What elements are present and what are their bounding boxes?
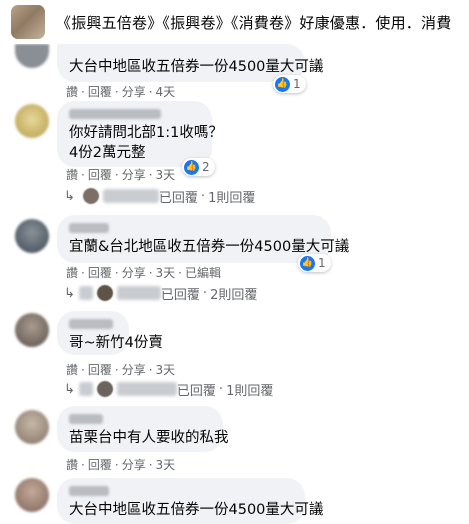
comment-text-line-2: 4份2萬元整 [69,145,146,161]
reply-avatar [82,188,99,204]
reply-author-name [102,189,159,203]
comment-bubble: 大台中地區收五倍券一份4500量大可議 [57,44,324,82]
comment-actions: 讚 · 回覆 · 分享 · 3天 [66,168,176,182]
reply-action[interactable]: 回覆 [88,168,112,182]
comment-text: 宜蘭&台北地區收五倍券一份4500量大可議 [69,239,350,255]
reaction-badge[interactable]: 👍 1 [273,75,306,93]
reply-action[interactable]: 回覆 [88,266,112,280]
comment-bubble: 苗栗台中有人要收的私我 [57,406,229,452]
view-replies-link[interactable]: ↳ 已回覆 · 1則回覆 [64,380,274,399]
timestamp[interactable]: 3天 [156,266,176,280]
commenter-name[interactable] [69,109,161,119]
reply-action[interactable]: 回覆 [88,458,112,472]
reaction-count: 1 [293,77,301,91]
reply-author-name [116,286,161,300]
commenter-name[interactable] [69,223,109,233]
comment-actions: 讚 · 回覆 · 分享 · 4天 [66,85,176,99]
reply-arrow-icon: ↳ [64,285,75,301]
share-action[interactable]: 分享 [122,363,146,377]
share-action[interactable]: 分享 [122,85,146,99]
comment-text: 大台中地區收五倍券一份4500量大可議 [69,502,324,518]
reply-action[interactable]: 回覆 [88,363,112,377]
share-action[interactable]: 分享 [122,168,146,182]
share-action[interactable]: 分享 [122,266,146,280]
like-action[interactable]: 讚 [66,85,78,99]
reply-count: 2則回覆 [210,287,258,303]
timestamp[interactable]: 3天 [156,168,176,182]
reply-count: 1則回覆 [208,190,256,206]
reply-avatar [96,381,113,397]
like-icon: 👍 [184,159,199,175]
view-replies-link[interactable]: ↳ 已回覆 · 1則回覆 [64,187,256,206]
comment-bubble: 大台中地區收五倍券一份4500量大可議 [57,478,324,524]
comment-text: 大台中地區收五倍券一份4500量大可議 [69,59,324,75]
group-header: 《振興五倍卷》《振興卷》《消費卷》好康優惠．使用．消費 [0,0,469,44]
like-action[interactable]: 讚 [66,458,78,472]
reaction-count: 1 [318,256,326,270]
reply-arrow-icon: ↳ [64,381,75,397]
group-title[interactable]: 《振興五倍卷》《振興卷》《消費卷》好康優惠．使用．消費 [56,12,451,33]
avatar[interactable] [15,44,49,68]
like-action[interactable]: 讚 [66,168,78,182]
reply-author-name [78,286,93,300]
comment-actions: 讚 · 回覆 · 分享 · 3天 [66,363,176,377]
avatar[interactable] [15,478,49,512]
replied-label: 已回覆 [160,287,200,303]
comment-text-line-1: 你好請問北部1:1收嗎？ [69,125,223,141]
commenter-name[interactable] [69,486,109,496]
comment-text: 哥~新竹4份賣 [69,335,163,351]
comment-bubble: 哥~新竹4份賣 [57,311,163,355]
timestamp[interactable]: 3天 [156,458,176,472]
replied-label: 已回覆 [158,190,198,206]
comment-bubble: 宜蘭&台北地區收五倍券一份4500量大可議 [57,215,350,263]
view-replies-link[interactable]: ↳ 已回覆 · 2則回覆 [64,284,258,303]
reply-count: 1則回覆 [226,383,274,399]
avatar[interactable] [15,219,49,253]
comment-actions: 讚 · 回覆 · 分享 · 3天 [66,458,176,472]
like-action[interactable]: 讚 [66,363,78,377]
commenter-name[interactable] [69,319,113,329]
reply-action[interactable]: 回覆 [88,85,112,99]
reaction-badge[interactable]: 👍 2 [182,158,215,176]
reply-arrow-icon: ↳ [64,188,75,204]
reaction-count: 2 [202,160,210,174]
comment-text: 苗栗台中有人要收的私我 [69,430,229,446]
avatar[interactable] [15,410,49,444]
like-icon: 👍 [275,76,290,92]
comment-actions: 讚 · 回覆 · 分享 · 3天 · 已編輯 [66,266,222,280]
avatar[interactable] [15,313,49,347]
commenter-name[interactable] [69,414,103,424]
replied-label: 已回覆 [176,383,216,399]
like-action[interactable]: 讚 [66,266,78,280]
share-action[interactable]: 分享 [122,458,146,472]
reply-author-name [78,382,93,396]
edited-label: 已編輯 [185,266,222,280]
reply-author-name [116,382,177,396]
like-icon: 👍 [300,255,315,271]
timestamp[interactable]: 4天 [156,85,176,99]
timestamp[interactable]: 3天 [156,363,176,377]
group-thumbnail[interactable] [11,5,45,39]
reaction-badge[interactable]: 👍 1 [298,254,331,272]
reply-avatar [96,285,113,301]
avatar[interactable] [15,104,49,138]
